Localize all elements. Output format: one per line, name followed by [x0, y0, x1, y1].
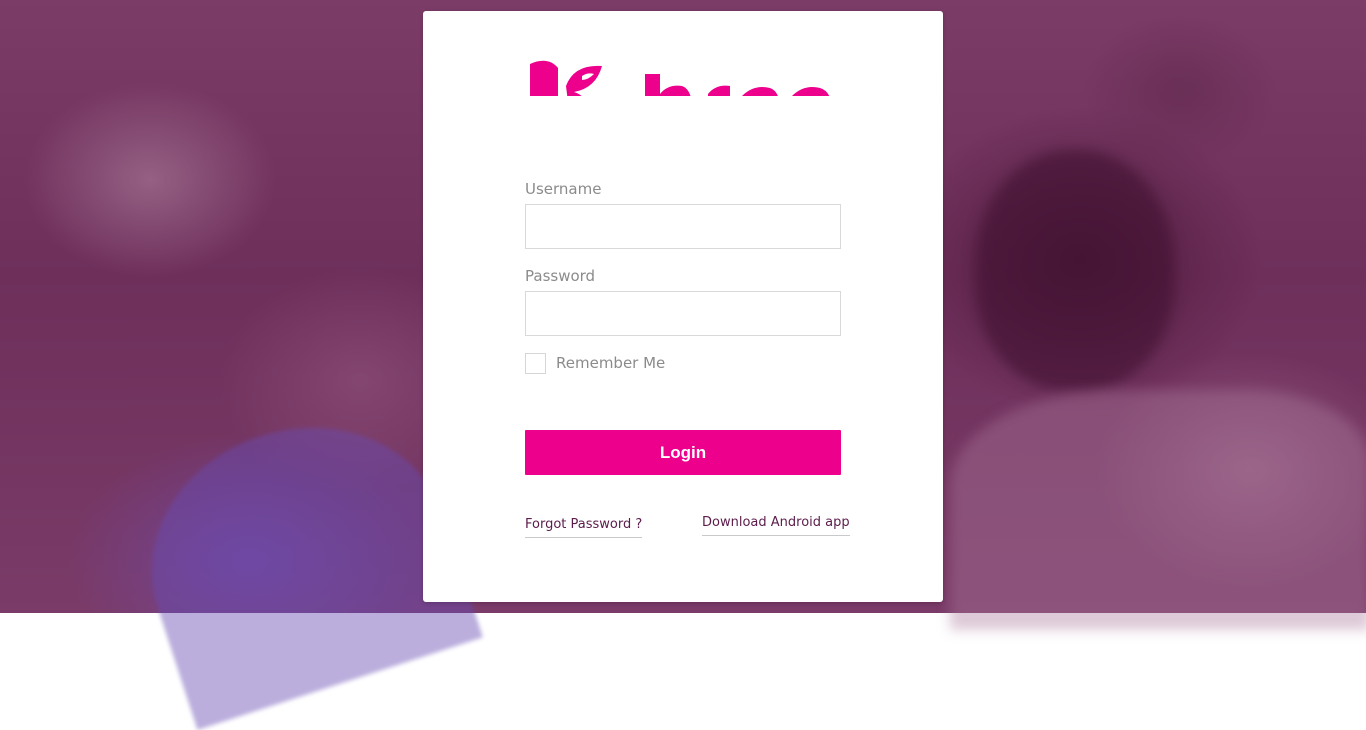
- password-label: Password: [525, 267, 596, 285]
- username-input[interactable]: [525, 204, 841, 249]
- remember-me-row[interactable]: Remember Me: [525, 351, 665, 375]
- download-android-app-link[interactable]: Download Android app: [702, 515, 850, 536]
- background-person-shirt: [950, 390, 1366, 630]
- password-input[interactable]: [525, 291, 841, 336]
- brand-logo-svg: [530, 60, 830, 96]
- background-person-head: [975, 150, 1175, 390]
- forgot-password-link[interactable]: Forgot Password ?: [525, 517, 643, 538]
- login-button[interactable]: Login: [525, 430, 841, 475]
- login-card: Username Password Remember Me Login Forg…: [423, 11, 943, 602]
- remember-me-label: Remember Me: [556, 354, 666, 372]
- remember-me-checkbox[interactable]: [525, 352, 546, 374]
- username-label: Username: [525, 180, 602, 198]
- brand-logo-icon: [530, 58, 840, 96]
